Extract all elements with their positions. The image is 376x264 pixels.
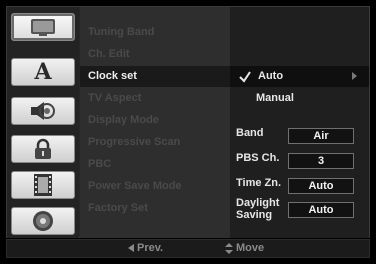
- film-category-button[interactable]: [11, 171, 75, 199]
- checkmark-icon: [239, 71, 251, 83]
- clock-option-auto[interactable]: Auto: [230, 66, 369, 87]
- arrow-right-icon: [352, 72, 357, 80]
- left-arrow-icon: [128, 244, 134, 253]
- daylight-saving-value-field[interactable]: Auto: [288, 202, 354, 218]
- menu-item-pbc[interactable]: PBC: [80, 154, 230, 175]
- disc-icon: [33, 211, 53, 231]
- clock-option-manual[interactable]: Manual: [230, 88, 369, 109]
- language-icon: A: [34, 59, 52, 85]
- menu-item-power-save-mode[interactable]: Power Save Mode: [80, 176, 230, 197]
- prev-hint: Prev.: [128, 240, 163, 259]
- band-label: Band: [236, 127, 264, 139]
- lock-icon: [35, 138, 51, 159]
- category-icon-column: A: [7, 7, 79, 238]
- audio-category-button[interactable]: [11, 97, 75, 125]
- menu-item-tuning-band[interactable]: Tuning Band: [80, 22, 230, 43]
- navigation-hint-bar: Prev. Move: [6, 239, 370, 258]
- daylight-saving-label-line1: Daylight: [236, 197, 280, 209]
- clock-option-auto-label: Auto: [258, 70, 284, 82]
- setup-menu-list: Tuning Band Ch. Edit Clock set TV Aspect…: [80, 7, 230, 238]
- menu-item-factory-set[interactable]: Factory Set: [80, 198, 230, 219]
- up-down-arrow-icon: [225, 242, 233, 254]
- time-zone-value-field[interactable]: Auto: [288, 178, 354, 194]
- pbs-channel-value-field[interactable]: 3: [288, 153, 354, 169]
- setup-menu-screen: A Tuning Band Ch. Edit Clock set TV Aspe…: [0, 0, 376, 264]
- menu-item-progressive-scan[interactable]: Progressive Scan: [80, 132, 230, 153]
- display-category-button[interactable]: [11, 13, 75, 41]
- menu-item-ch-edit[interactable]: Ch. Edit: [80, 44, 230, 65]
- clock-settings-pane: Auto Manual Band Air PBS Ch. 3 Time Zn. …: [230, 7, 369, 238]
- time-zone-label: Time Zn.: [236, 177, 282, 189]
- menu-item-tv-aspect[interactable]: TV Aspect: [80, 88, 230, 109]
- pbs-channel-label: PBS Ch.: [236, 152, 280, 164]
- display-icon: [31, 19, 55, 36]
- move-hint-label: Move: [236, 242, 265, 254]
- film-icon: [34, 174, 52, 196]
- menu-item-display-mode[interactable]: Display Mode: [80, 110, 230, 131]
- daylight-saving-label-line2: Saving: [236, 209, 273, 221]
- audio-icon: [31, 102, 55, 120]
- prev-hint-label: Prev.: [137, 242, 164, 254]
- lock-category-button[interactable]: [11, 135, 75, 163]
- menu-item-clock-set[interactable]: Clock set: [80, 66, 230, 87]
- band-value-field[interactable]: Air: [288, 128, 354, 144]
- clock-option-manual-label: Manual: [256, 92, 294, 104]
- disc-category-button[interactable]: [11, 207, 75, 235]
- language-category-button[interactable]: A: [11, 58, 75, 86]
- move-hint: Move: [225, 240, 264, 259]
